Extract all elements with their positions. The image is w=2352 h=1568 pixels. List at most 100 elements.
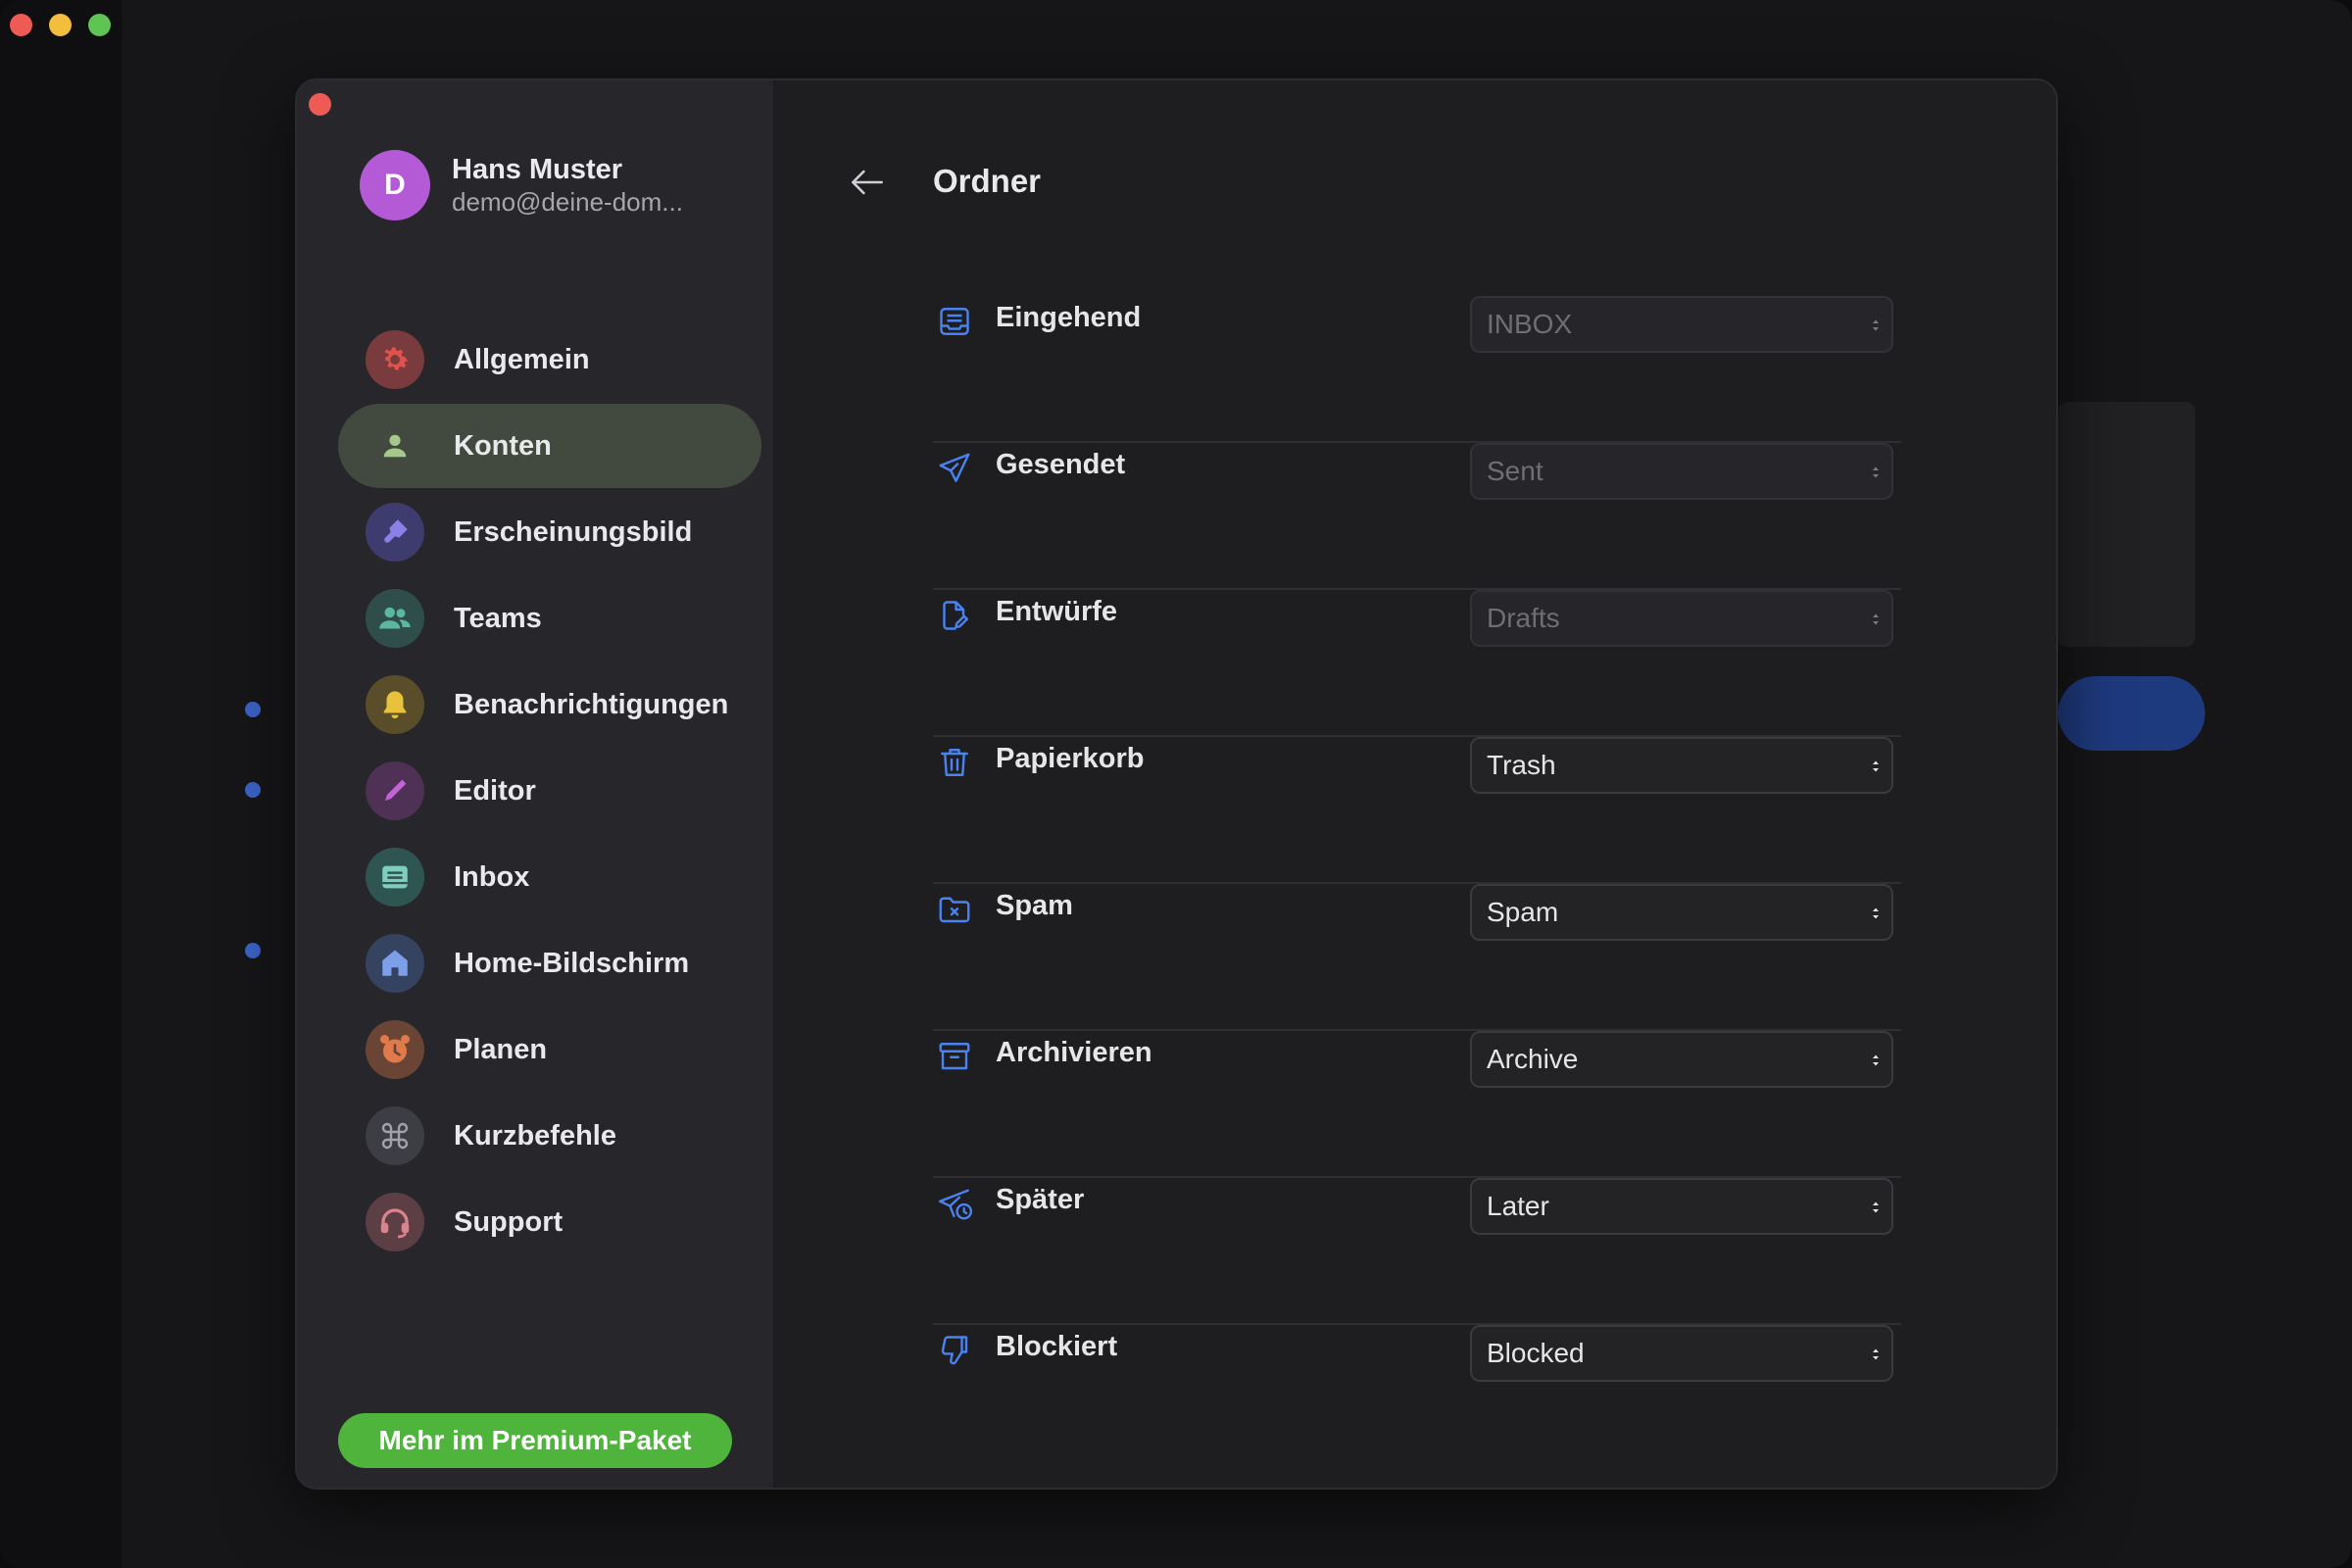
nav-label: Inbox — [454, 860, 530, 893]
inbox-tray-icon — [937, 304, 972, 339]
folder-row-eingehend: Eingehend INBOX — [933, 296, 1901, 443]
select-caret-icon — [1873, 1201, 1879, 1213]
nav-item-support[interactable]: Support — [338, 1180, 761, 1264]
select-caret-icon — [1873, 613, 1879, 625]
window-minimize-button[interactable] — [49, 14, 72, 36]
folder-row-papierkorb: Papierkorb Trash — [933, 737, 1901, 884]
background-rail — [0, 0, 122, 1568]
select-value: INBOX — [1487, 309, 1573, 339]
background-dot — [245, 702, 261, 717]
avatar: D — [360, 150, 430, 220]
folder-row-blockiert: Blockiert Blocked — [933, 1325, 1901, 1472]
background-dot — [245, 943, 261, 958]
profile-text: Hans Muster demo@deine-dom... — [452, 153, 683, 218]
premium-upgrade-button[interactable]: Mehr im Premium-Paket — [338, 1413, 732, 1468]
send-later-icon — [937, 1186, 973, 1221]
select-caret-icon — [1873, 466, 1879, 478]
folder-select-blockiert[interactable]: Blocked — [1470, 1325, 1893, 1382]
paintbrush-icon — [366, 503, 424, 562]
command-icon — [366, 1106, 424, 1165]
select-caret-icon — [1873, 1348, 1879, 1360]
folder-label: Blockiert — [996, 1331, 1118, 1362]
select-value: Trash — [1487, 750, 1556, 780]
headset-icon — [366, 1193, 424, 1251]
window-close-button[interactable] — [10, 14, 32, 36]
nav-item-planen[interactable]: Planen — [338, 1007, 761, 1092]
account-profile[interactable]: D Hans Muster demo@deine-dom... — [360, 150, 683, 220]
select-caret-icon — [1873, 1054, 1879, 1066]
draft-document-icon — [937, 598, 972, 633]
nav-item-erscheinungsbild[interactable]: Erscheinungsbild — [338, 490, 761, 574]
nav-item-teams[interactable]: Teams — [338, 576, 761, 661]
folder-select-papierkorb[interactable]: Trash — [1470, 737, 1893, 794]
nav-label: Home-Bildschirm — [454, 947, 690, 979]
background-panel — [2058, 402, 2195, 647]
folder-label: Eingehend — [996, 302, 1142, 333]
home-icon — [366, 934, 424, 993]
nav-label: Support — [454, 1205, 564, 1238]
archive-box-icon — [937, 1039, 972, 1074]
select-value: Blocked — [1487, 1338, 1585, 1368]
nav-item-benachrichtigungen[interactable]: Benachrichtigungen — [338, 662, 761, 747]
folder-row-spam: Spam Spam — [933, 884, 1901, 1031]
settings-dialog: D Hans Muster demo@deine-dom... Allgemei… — [295, 78, 2058, 1490]
select-value: Archive — [1487, 1044, 1579, 1074]
select-value: Sent — [1487, 456, 1544, 486]
pen-icon — [366, 761, 424, 820]
nav-item-kurzbefehle[interactable]: Kurzbefehle — [338, 1094, 761, 1178]
folder-select-gesendet: Sent — [1470, 443, 1893, 500]
alarm-clock-icon — [366, 1020, 424, 1079]
nav-item-konten[interactable]: Konten — [338, 404, 761, 488]
paper-plane-icon — [937, 451, 972, 486]
nav-label: Allgemein — [454, 343, 590, 375]
nav-label: Planen — [454, 1033, 548, 1065]
folder-select-entwuerfe: Drafts — [1470, 590, 1893, 647]
people-icon — [366, 589, 424, 648]
select-value: Drafts — [1487, 603, 1560, 633]
folder-label: Gesendet — [996, 449, 1126, 480]
folder-row-spaeter: Später Later — [933, 1178, 1901, 1325]
folder-row-entwuerfe: Entwürfe Drafts — [933, 590, 1901, 737]
nav-label: Konten — [454, 429, 552, 462]
gear-icon — [366, 330, 424, 389]
folder-label: Später — [996, 1184, 1085, 1215]
select-caret-icon — [1873, 907, 1879, 919]
folder-label: Archivieren — [996, 1037, 1152, 1068]
folder-select-spaeter[interactable]: Later — [1470, 1178, 1893, 1235]
folder-row-archivieren: Archivieren Archive — [933, 1031, 1901, 1178]
nav-item-home-bildschirm[interactable]: Home-Bildschirm — [338, 921, 761, 1005]
nav-label: Benachrichtigungen — [454, 688, 729, 720]
select-value: Spam — [1487, 897, 1559, 927]
bell-icon — [366, 675, 424, 734]
inbox-icon — [366, 848, 424, 906]
folder-select-eingehend: INBOX — [1470, 296, 1893, 353]
folder-select-spam[interactable]: Spam — [1470, 884, 1893, 941]
nav-item-inbox[interactable]: Inbox — [338, 835, 761, 919]
background-dot — [245, 782, 261, 798]
folder-mapping-list: Eingehend INBOX Gesendet Sent Entwürfe D… — [933, 296, 1901, 1472]
page-title: Ordner — [933, 163, 1042, 199]
window-zoom-button[interactable] — [88, 14, 111, 36]
background-button — [2058, 676, 2205, 751]
select-value: Later — [1487, 1191, 1549, 1221]
profile-email: demo@deine-dom... — [452, 187, 683, 217]
back-arrow-icon[interactable] — [846, 161, 889, 204]
nav-item-allgemein[interactable]: Allgemein — [338, 318, 761, 402]
nav-label: Teams — [454, 602, 542, 634]
folder-label: Spam — [996, 890, 1073, 921]
select-caret-icon — [1873, 319, 1879, 331]
nav-item-editor[interactable]: Editor — [338, 749, 761, 833]
trash-icon — [937, 745, 972, 780]
dialog-close-button[interactable] — [309, 93, 331, 116]
folder-label: Papierkorb — [996, 743, 1145, 774]
folder-select-archivieren[interactable]: Archive — [1470, 1031, 1893, 1088]
spam-folder-icon — [937, 892, 972, 927]
thumbs-down-icon — [937, 1333, 972, 1368]
profile-name: Hans Muster — [452, 154, 623, 185]
nav-label: Editor — [454, 774, 536, 807]
nav-label: Erscheinungsbild — [454, 515, 693, 548]
person-icon — [366, 416, 424, 475]
settings-sidebar: D Hans Muster demo@deine-dom... Allgemei… — [297, 80, 775, 1488]
nav-label: Kurzbefehle — [454, 1119, 616, 1152]
folder-row-gesendet: Gesendet Sent — [933, 443, 1901, 590]
